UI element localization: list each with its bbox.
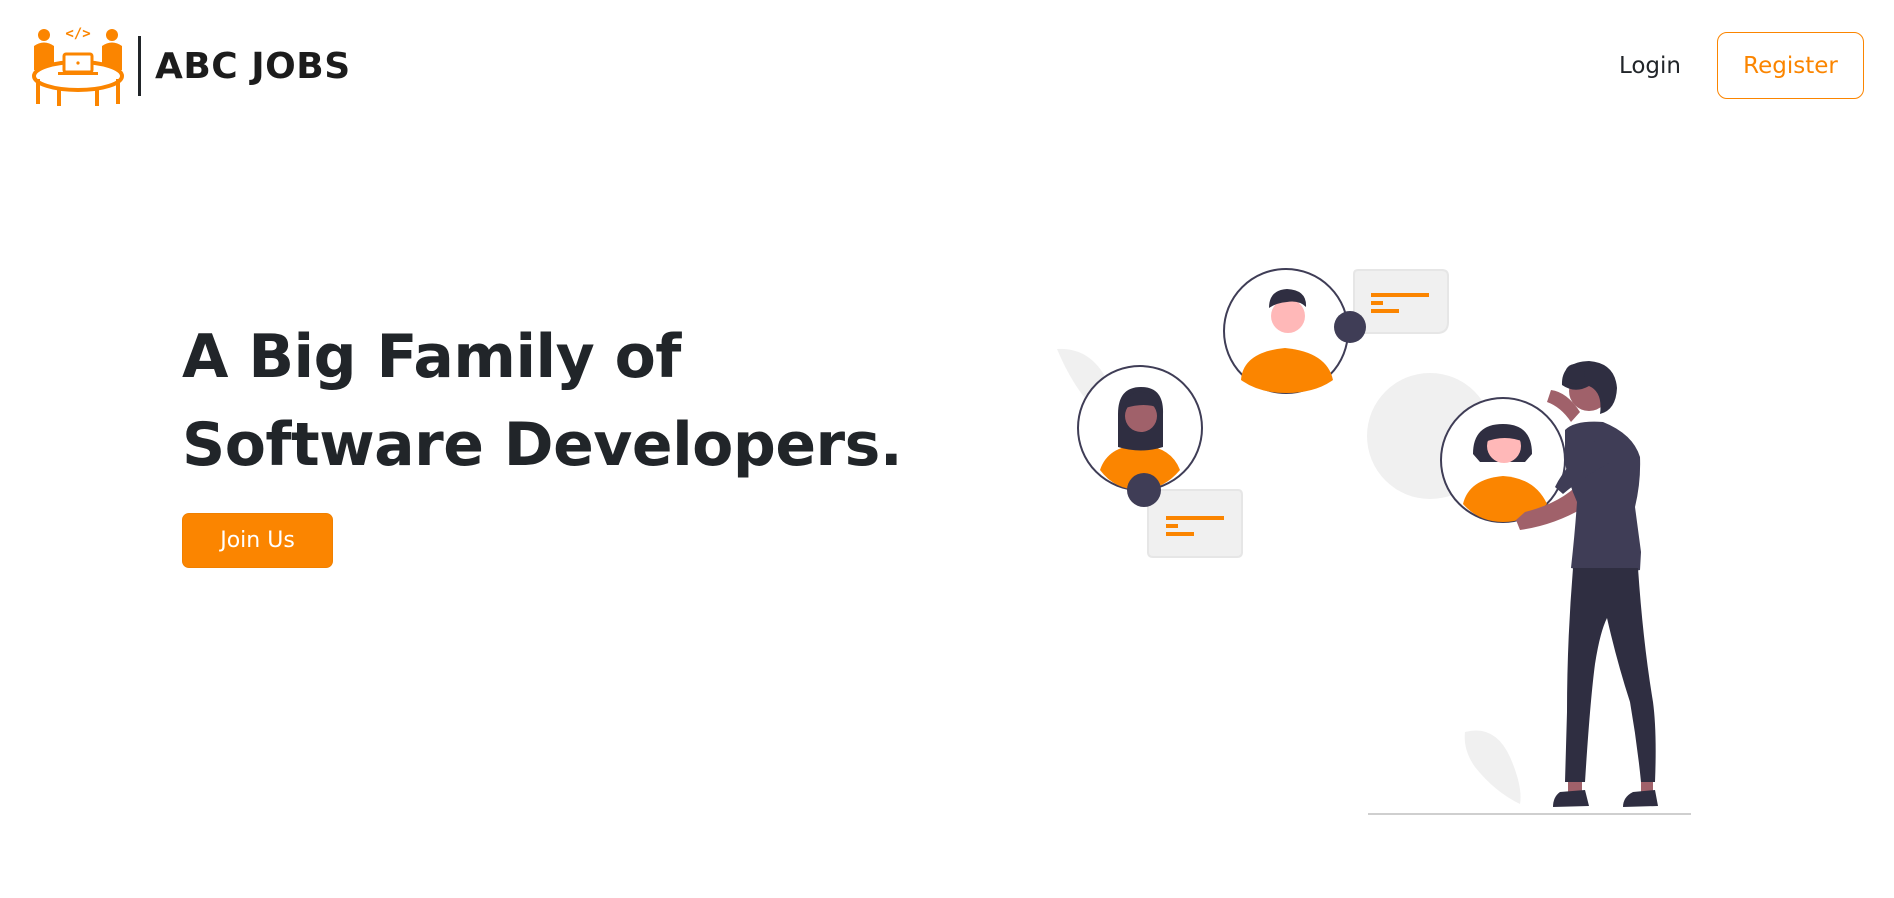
login-link[interactable]: Login <box>1619 53 1681 79</box>
hero-section: A Big Family of Software Developers. Joi… <box>182 313 982 568</box>
brand-name: ABC JOBS <box>155 45 351 87</box>
brand-divider <box>138 36 141 96</box>
svg-text:</>: </> <box>65 26 90 42</box>
hero-title-line1: A Big Family of <box>182 322 681 392</box>
brand-home-link[interactable]: </> ABC JOBS <box>32 24 351 108</box>
developer-network-illustration-icon <box>1057 268 1691 815</box>
top-navbar: </> ABC JOBS Login Register <box>0 0 1894 135</box>
hero-title: A Big Family of Software Developers. <box>182 313 982 489</box>
join-us-button[interactable]: Join Us <box>182 513 333 568</box>
register-button[interactable]: Register <box>1717 32 1864 99</box>
nav-actions: Login Register <box>1619 32 1864 99</box>
hero-title-line2: Software Developers. <box>182 410 903 480</box>
team-laptop-code-logo-icon: </> <box>32 26 124 106</box>
